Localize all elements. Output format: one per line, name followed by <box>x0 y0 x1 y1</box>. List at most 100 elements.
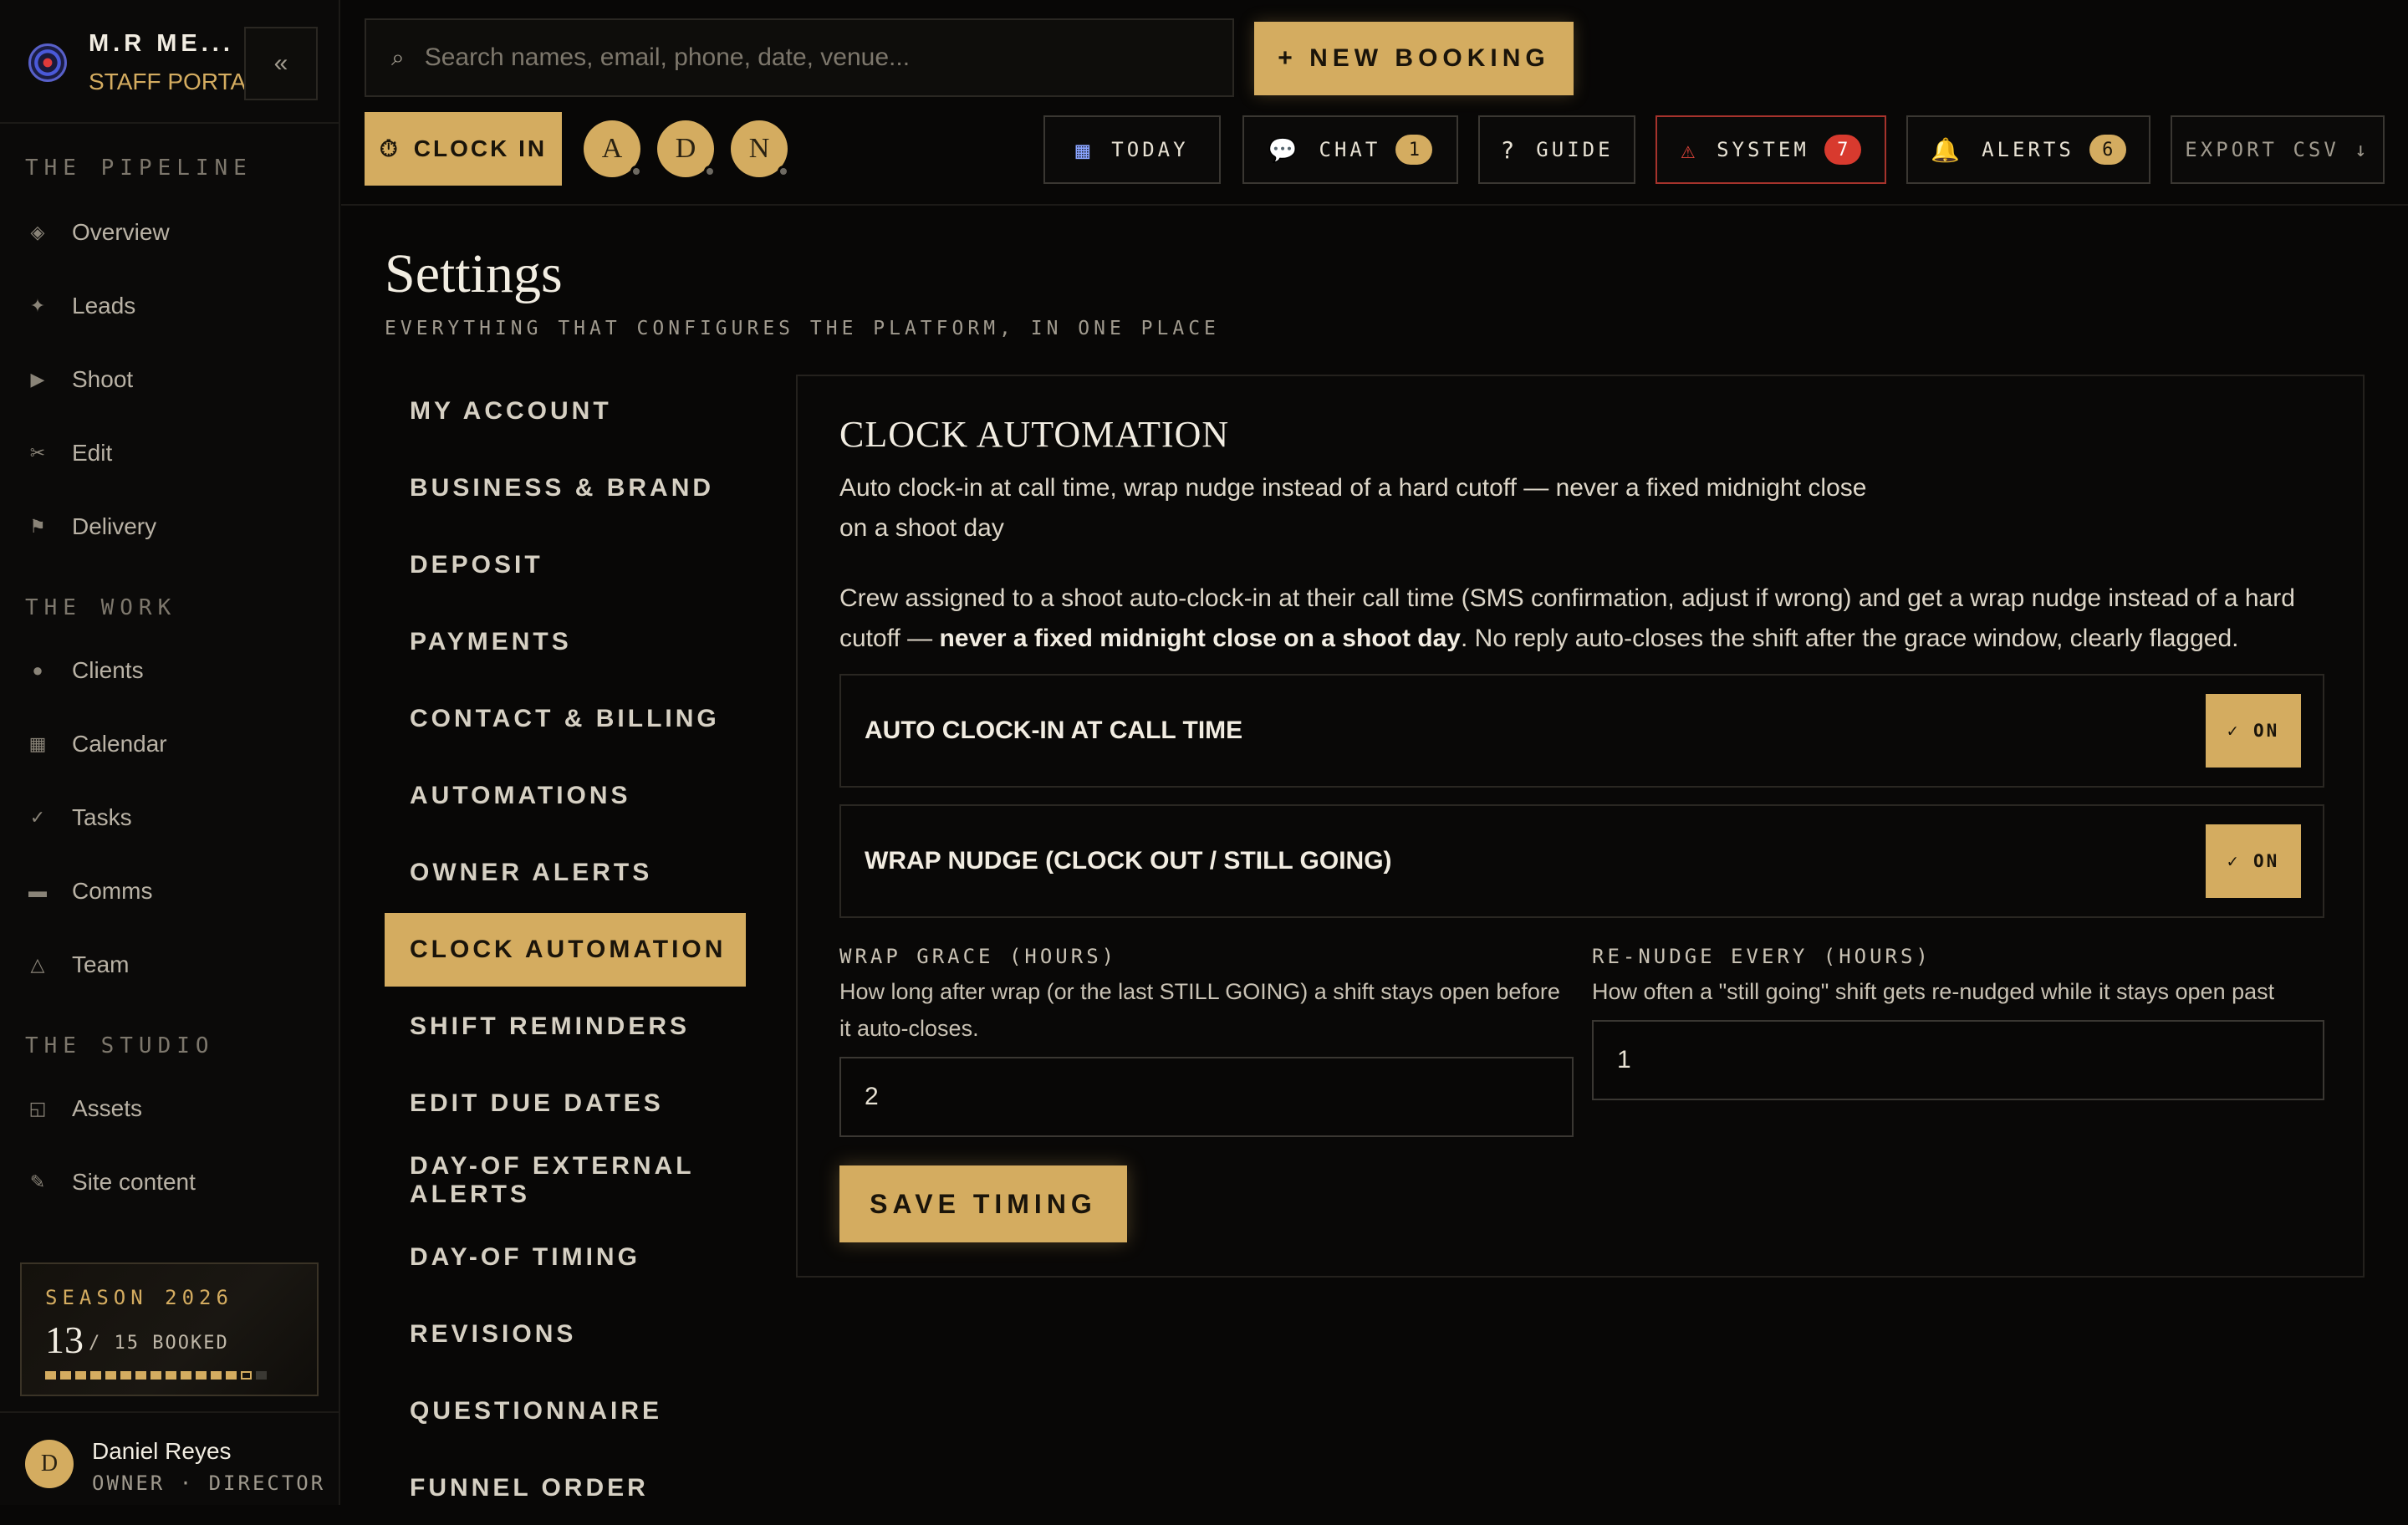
stopwatch-icon: ⏱ <box>379 135 400 161</box>
sidebar-item-leads[interactable]: ✦ Leads <box>28 283 136 329</box>
settings-tab-day-of-timing[interactable]: DAY-OF TIMING <box>385 1221 746 1294</box>
save-timing-button[interactable]: SAVE TIMING <box>839 1165 1127 1242</box>
settings-tab-payments[interactable]: PAYMENTS <box>385 605 746 679</box>
crew-avatar[interactable]: D <box>657 120 716 177</box>
sidebar-item-shoot[interactable]: ▶ Shoot <box>28 356 134 403</box>
chat-button[interactable]: 💬 CHAT 1 <box>1242 115 1458 184</box>
triangle-icon: △ <box>30 954 45 975</box>
wrap-nudge-toggle[interactable]: ✓ ON <box>2206 824 2301 898</box>
question-icon: ? <box>1500 135 1518 164</box>
alerts-label: ALERTS <box>1982 138 2074 161</box>
season-slot <box>45 1371 56 1380</box>
sidebar-item-assets[interactable]: ◱ Assets <box>28 1085 142 1132</box>
auto-clock-in-toggle[interactable]: ✓ ON <box>2206 694 2301 768</box>
season-slot <box>166 1371 176 1380</box>
clock-in-button[interactable]: ⏱ CLOCK IN <box>365 112 562 186</box>
settings-tab-contact-billing[interactable]: CONTACT & BILLING <box>385 682 746 756</box>
export-button[interactable]: EXPORT CSV ↓ <box>2171 115 2385 184</box>
chat-bubble-icon: 💬 <box>1268 135 1301 164</box>
settings-tab-clock-automation[interactable]: CLOCK AUTOMATION <box>385 913 746 987</box>
user-profile[interactable]: D Daniel Reyes OWNER · DIRECTOR <box>0 1411 340 1505</box>
panel-description: Crew assigned to a shoot auto-clock-in a… <box>839 579 2336 659</box>
sidebar-item-edit[interactable]: ✂ Edit <box>28 430 112 477</box>
page-subtitle: EVERYTHING THAT CONFIGURES THE PLATFORM,… <box>385 318 1220 339</box>
scissors-icon: ✂ <box>29 442 46 463</box>
settings-tab-business-brand[interactable]: BUSINESS & BRAND <box>385 451 746 525</box>
user-name: Daniel Reyes <box>92 1438 232 1464</box>
settings-tab-deposit[interactable]: DEPOSIT <box>385 528 746 602</box>
guide-label: GUIDE <box>1536 138 1614 161</box>
brand-name: M.R ME... <box>89 30 234 57</box>
sidebar-item-calendar[interactable]: ▦ Calendar <box>28 721 167 768</box>
search-input[interactable]: ⌕ Search names, email, phone, date, venu… <box>365 18 1234 97</box>
clock-in-label: CLOCK IN <box>413 135 548 161</box>
sidebar-item-tasks[interactable]: ✓ Tasks <box>28 794 132 841</box>
season-slot <box>150 1371 161 1380</box>
sidebar-item-label: Overview <box>72 219 170 245</box>
search-icon: ⌕ <box>391 43 405 70</box>
sidebar-item-comms[interactable]: ▬ Comms <box>28 868 152 915</box>
sidebar-item-label: Delivery <box>72 513 157 539</box>
renudge-field[interactable]: 1 <box>1592 1020 2324 1100</box>
settings-tab-revisions[interactable]: REVISIONS <box>385 1298 746 1371</box>
settings-tab-edit-due-dates[interactable]: EDIT DUE DATES <box>385 1067 746 1140</box>
season-total-label: / 15 BOOKED <box>89 1333 229 1354</box>
check-icon: ✓ <box>29 807 46 828</box>
collapse-sidebar-button[interactable]: « <box>244 27 318 100</box>
panel-title: CLOCK AUTOMATION <box>839 414 1230 455</box>
wrap-grace-label: WRAP GRACE (HOURS) <box>839 945 1118 968</box>
settings-tab-shift-reminders[interactable]: SHIFT REMINDERS <box>385 990 746 1063</box>
presence-dot-icon <box>630 166 642 177</box>
season-slot <box>181 1371 191 1380</box>
new-booking-button[interactable]: + NEW BOOKING <box>1254 22 1574 95</box>
sidebar-item-overview[interactable]: ◈ Overview <box>28 209 170 256</box>
wrap-grace-field[interactable]: 2 <box>839 1057 1574 1137</box>
sidebar-section-title: THE STUDIO <box>25 1033 215 1058</box>
settings-tab-questionnaire[interactable]: QUESTIONNAIRE <box>385 1375 746 1448</box>
warning-icon: ⚠ <box>1681 135 1699 164</box>
chat-label: CHAT <box>1319 138 1381 161</box>
guide-button[interactable]: ? GUIDE <box>1478 115 1635 184</box>
today-button[interactable]: ▦ TODAY <box>1043 115 1221 184</box>
sidebar-item-team[interactable]: △ Team <box>28 941 130 988</box>
settings-tab-funnel-order[interactable]: FUNNEL ORDER <box>385 1451 746 1525</box>
sidebar-item-label: Shoot <box>72 366 134 392</box>
settings-tab-owner-alerts[interactable]: OWNER ALERTS <box>385 836 746 910</box>
settings-tab-my-account[interactable]: MY ACCOUNT <box>385 375 746 448</box>
sidebar-item-label: Comms <box>72 878 153 904</box>
season-slot <box>105 1371 116 1380</box>
sidebar-item-delivery[interactable]: ⚑ Delivery <box>28 503 156 550</box>
crew-initial: N <box>748 133 770 164</box>
today-label: TODAY <box>1111 138 1189 161</box>
toggle-label: WRAP NUDGE (CLOCK OUT / STILL GOING) <box>865 847 1392 875</box>
renudge-label: RE-NUDGE EVERY (HOURS) <box>1592 945 1931 968</box>
sidebar: M.R ME... STAFF PORTAL « THE PIPELINE ◈ Ov… <box>0 0 340 1505</box>
crew-avatar[interactable]: N <box>731 120 789 177</box>
settings-tab-day-of-external-alerts[interactable]: DAY-OF EXTERNAL ALERTS <box>385 1144 746 1217</box>
season-card: SEASON 2026 13 / 15 BOOKED <box>20 1262 319 1396</box>
sidebar-item-clients[interactable]: ● Clients <box>28 647 144 694</box>
sidebar-item-label: Site content <box>72 1169 196 1195</box>
chevrons-left-icon: « <box>273 49 288 77</box>
sidebar-item-label: Team <box>72 951 130 977</box>
settings-tab-automations[interactable]: AUTOMATIONS <box>385 759 746 833</box>
season-slot <box>241 1371 252 1380</box>
sidebar-section-title: THE WORK <box>25 595 177 620</box>
pencil-icon: ✎ <box>29 1171 46 1192</box>
sidebar-item-site-content[interactable]: ✎ Site content <box>28 1159 196 1206</box>
season-slot <box>90 1371 101 1380</box>
sidebar-item-label: Clients <box>72 657 144 683</box>
alerts-button[interactable]: 🔔 ALERTS 6 <box>1906 115 2150 184</box>
flag-icon: ⚑ <box>29 516 46 537</box>
system-button[interactable]: ⚠ SYSTEM 7 <box>1656 115 1886 184</box>
season-title: SEASON 2026 <box>45 1286 233 1309</box>
system-label: SYSTEM <box>1717 138 1809 161</box>
play-icon: ▶ <box>30 369 45 390</box>
crew-avatar[interactable]: A <box>584 120 642 177</box>
season-slot <box>211 1371 222 1380</box>
season-slot <box>196 1371 207 1380</box>
presence-dot-icon <box>778 166 789 177</box>
page-title: Settings <box>385 243 563 304</box>
sidebar-item-label: Assets <box>72 1095 143 1121</box>
sidebar-section-title: THE PIPELINE <box>25 156 253 181</box>
